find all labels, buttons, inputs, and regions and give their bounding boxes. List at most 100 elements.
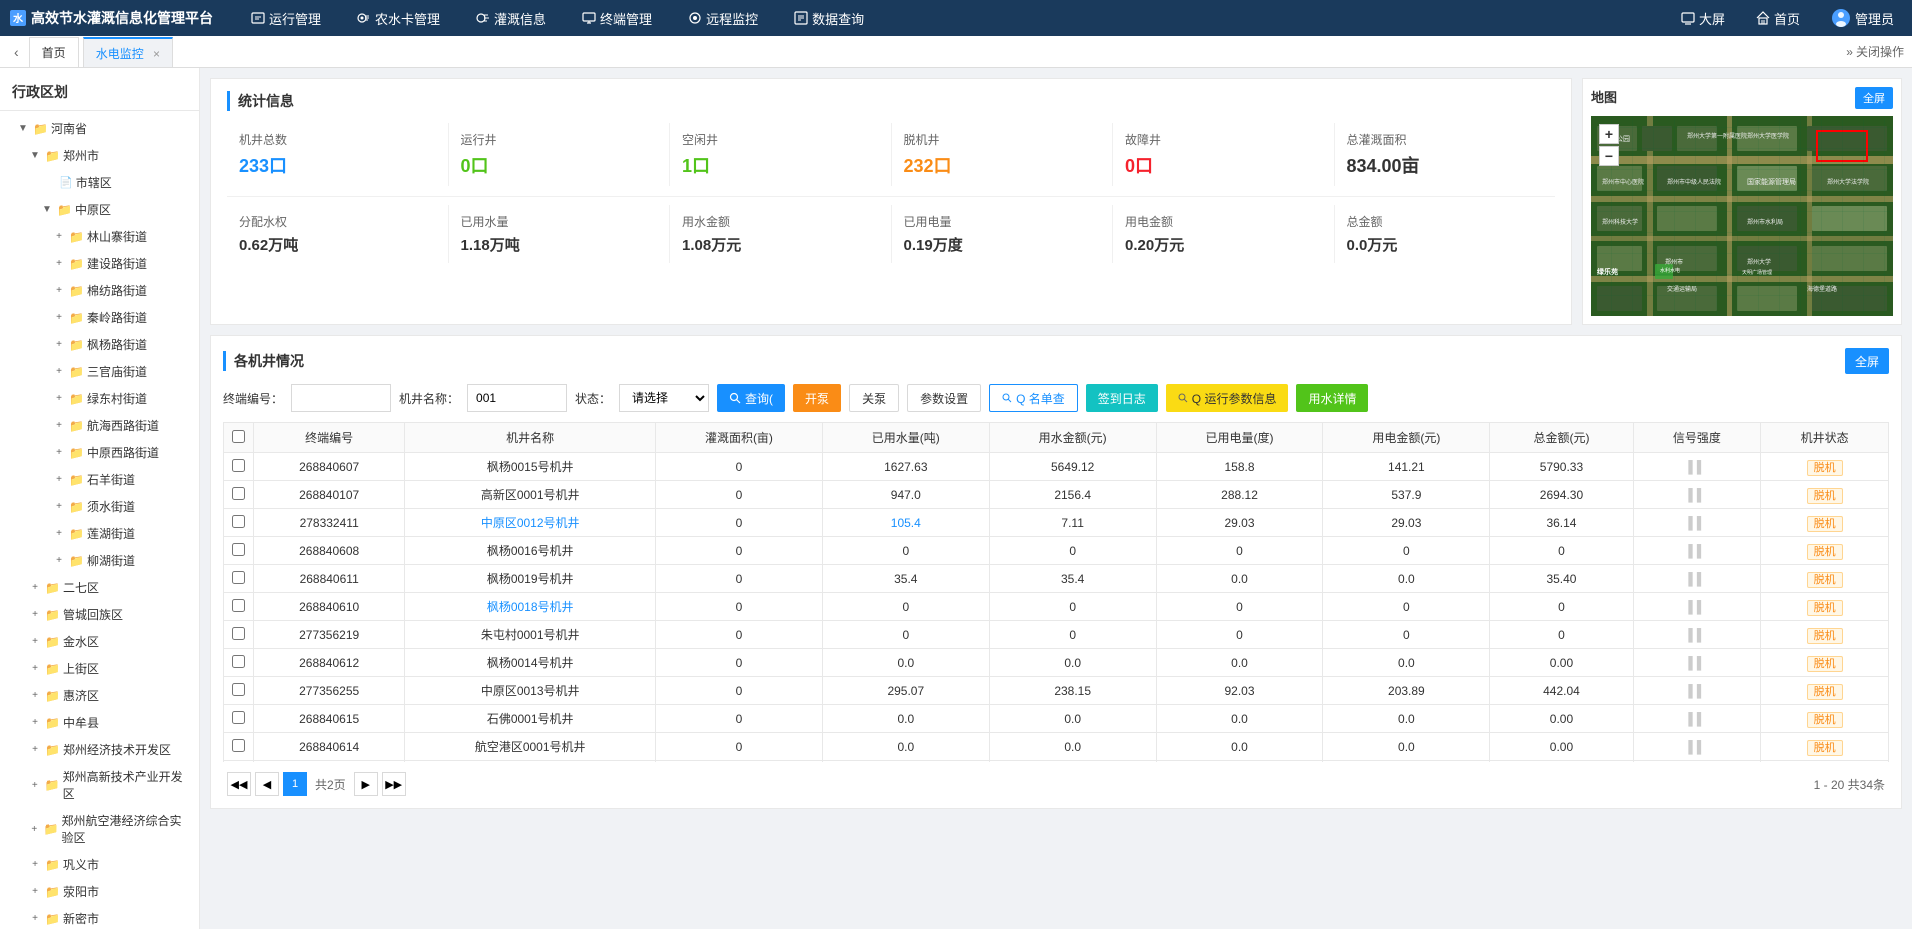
- row-checkbox[interactable]: [232, 711, 245, 724]
- next-page-btn[interactable]: ▶: [354, 772, 378, 796]
- row-checkbox[interactable]: [232, 627, 245, 640]
- total-cost: 0.00: [1490, 649, 1633, 677]
- nav-irrigation-info[interactable]: 灌溉信息: [468, 0, 554, 36]
- nav-data-query[interactable]: 数据查询: [786, 0, 872, 36]
- tree-zhongyuan[interactable]: ▼ 📁 中原区: [0, 196, 199, 223]
- tab-close[interactable]: ×: [153, 47, 160, 61]
- total-cost: 2694.30: [1490, 481, 1633, 509]
- map-fullscreen-button[interactable]: 全屏: [1855, 87, 1893, 109]
- top-nav: 水 高效节水灌溉信息化管理平台 运行管理 农水卡管理 灌溉信息 终端管理 远程监…: [0, 0, 1912, 36]
- folder-icon: 📁: [69, 527, 84, 541]
- water-cost: 0.0: [989, 705, 1156, 733]
- row-checkbox[interactable]: [232, 543, 245, 556]
- svg-text:水: 水: [12, 12, 24, 25]
- nav-home[interactable]: 首页: [1748, 9, 1808, 28]
- row-checkbox[interactable]: [232, 459, 245, 472]
- tree-jianshe[interactable]: + 📁 建设路街道: [0, 250, 199, 277]
- water-used: 295.07: [822, 677, 989, 705]
- tree-gaoxin[interactable]: + 📁 郑州高新技术产业开发区: [0, 763, 199, 807]
- first-page-btn[interactable]: ◀◀: [227, 772, 251, 796]
- query-button[interactable]: 查询(: [717, 384, 785, 412]
- tree-fengyang[interactable]: + 📁 枫杨路街道: [0, 331, 199, 358]
- nav-card-management[interactable]: 农水卡管理: [349, 0, 448, 36]
- terminal-input[interactable]: [291, 384, 391, 412]
- row-checkbox[interactable]: [232, 571, 245, 584]
- run-param-button[interactable]: Q 运行参数信息: [1166, 384, 1289, 412]
- tree-henan[interactable]: ▼ 📁 河南省: [0, 115, 199, 142]
- tree-zhongyuanxi[interactable]: + 📁 中原西路街道: [0, 439, 199, 466]
- area: 0: [656, 733, 823, 761]
- well-fullscreen-button[interactable]: 全屏: [1845, 348, 1889, 374]
- total-cost: 1.47: [1490, 761, 1633, 763]
- nav-run-management[interactable]: 运行管理: [243, 0, 329, 36]
- nav-big-screen[interactable]: 大屏: [1673, 9, 1733, 28]
- tab-water-monitor[interactable]: 水电监控 ×: [83, 37, 173, 67]
- tree-zhongmu[interactable]: + 📁 中牟县: [0, 709, 199, 736]
- nav-terminal-management[interactable]: 终端管理: [574, 0, 660, 36]
- elec-used: 29.03: [1156, 509, 1323, 537]
- tree-lianhu[interactable]: + 📁 莲湖街道: [0, 520, 199, 547]
- tree-shiyang[interactable]: + 📁 石羊街道: [0, 466, 199, 493]
- page-1-btn[interactable]: 1: [283, 772, 307, 796]
- tree-shixiaoqu[interactable]: 📄 市辖区: [0, 169, 199, 196]
- tree-hanggang[interactable]: + 📁 郑州航空港经济综合实验区: [0, 807, 199, 851]
- well-name-input[interactable]: [467, 384, 567, 412]
- close-pump-button[interactable]: 关泵: [849, 384, 899, 412]
- tree-qinling[interactable]: + 📁 秦岭路街道: [0, 304, 199, 331]
- row-checkbox[interactable]: [232, 655, 245, 668]
- folder-icon: 📁: [57, 203, 72, 217]
- tree-jinshui[interactable]: + 📁 金水区: [0, 628, 199, 655]
- nav-remote-monitor[interactable]: 远程监控: [680, 0, 766, 36]
- close-all-tabs[interactable]: » 关闭操作: [1846, 43, 1904, 60]
- tree-mianfang[interactable]: + 📁 棉纺路街道: [0, 277, 199, 304]
- area: 0: [656, 593, 823, 621]
- open-pump-button[interactable]: 开泵: [793, 384, 841, 412]
- tab-home[interactable]: 首页: [29, 37, 79, 67]
- map-zoom-out[interactable]: −: [1599, 146, 1619, 166]
- name-query-button[interactable]: Q 名单查: [989, 384, 1078, 412]
- row-checkbox-cell: [224, 565, 254, 593]
- tree-xinmi[interactable]: + 📁 新密市: [0, 905, 199, 929]
- tree-liuhu[interactable]: + 📁 柳湖街道: [0, 547, 199, 574]
- elec-used: 0.0: [1156, 565, 1323, 593]
- select-all-checkbox[interactable]: [232, 430, 245, 443]
- table-row: 268840614 航空港区0001号机井 0 0.0 0.0 0.0 0.0 …: [224, 733, 1889, 761]
- tree-sanguanmiao[interactable]: + 📁 三官庙街道: [0, 358, 199, 385]
- row-checkbox[interactable]: [232, 487, 245, 500]
- map-zoom-in[interactable]: +: [1599, 124, 1619, 144]
- table-row: 268840607 枫杨0015号机井 0 1627.63 5649.12 15…: [224, 453, 1889, 481]
- tree-guancheng[interactable]: + 📁 管城回族区: [0, 601, 199, 628]
- tree-xushui[interactable]: + 📁 须水街道: [0, 493, 199, 520]
- row-checkbox[interactable]: [232, 683, 245, 696]
- expand-icon: +: [52, 285, 66, 296]
- status-select[interactable]: 请选择 运行 空闲 脱机 故障: [619, 384, 709, 412]
- folder-icon: 📁: [69, 257, 84, 271]
- nav-user[interactable]: 管理员: [1823, 8, 1902, 28]
- tree-linshan[interactable]: + 📁 林山寨街道: [0, 223, 199, 250]
- row-checkbox[interactable]: [232, 515, 245, 528]
- tree-jingji[interactable]: + 📁 郑州经济技术开发区: [0, 736, 199, 763]
- well-status: 脱机: [1761, 649, 1889, 677]
- sign-log-button[interactable]: 签到日志: [1086, 384, 1158, 412]
- tree-xingyang[interactable]: + 📁 荥阳市: [0, 878, 199, 905]
- row-checkbox[interactable]: [232, 739, 245, 752]
- water-detail-button[interactable]: 用水详情: [1296, 384, 1368, 412]
- prev-page-btn[interactable]: ◀: [255, 772, 279, 796]
- monitor-icon: [688, 11, 702, 25]
- row-checkbox[interactable]: [232, 599, 245, 612]
- col-area: 灌溉面积(亩): [656, 423, 823, 453]
- last-page-btn[interactable]: ▶▶: [382, 772, 406, 796]
- tree-erqi[interactable]: + 📁 二七区: [0, 574, 199, 601]
- well-name: 航空港区0001号机井: [405, 733, 656, 761]
- tree-zhengzhou[interactable]: ▼ 📁 郑州市: [0, 142, 199, 169]
- tree-lvdong[interactable]: + 📁 绿东村街道: [0, 385, 199, 412]
- param-set-button[interactable]: 参数设置: [907, 384, 981, 412]
- tree-shangjie[interactable]: + 📁 上街区: [0, 655, 199, 682]
- query-icon: [794, 11, 808, 25]
- tab-nav-prev[interactable]: ‹: [8, 44, 25, 60]
- tree-gongyi[interactable]: + 📁 巩义市: [0, 851, 199, 878]
- tree-hanghai[interactable]: + 📁 航海西路街道: [0, 412, 199, 439]
- elec-used: 0: [1156, 593, 1323, 621]
- tree-huiji[interactable]: + 📁 惠济区: [0, 682, 199, 709]
- row-checkbox-cell: [224, 537, 254, 565]
